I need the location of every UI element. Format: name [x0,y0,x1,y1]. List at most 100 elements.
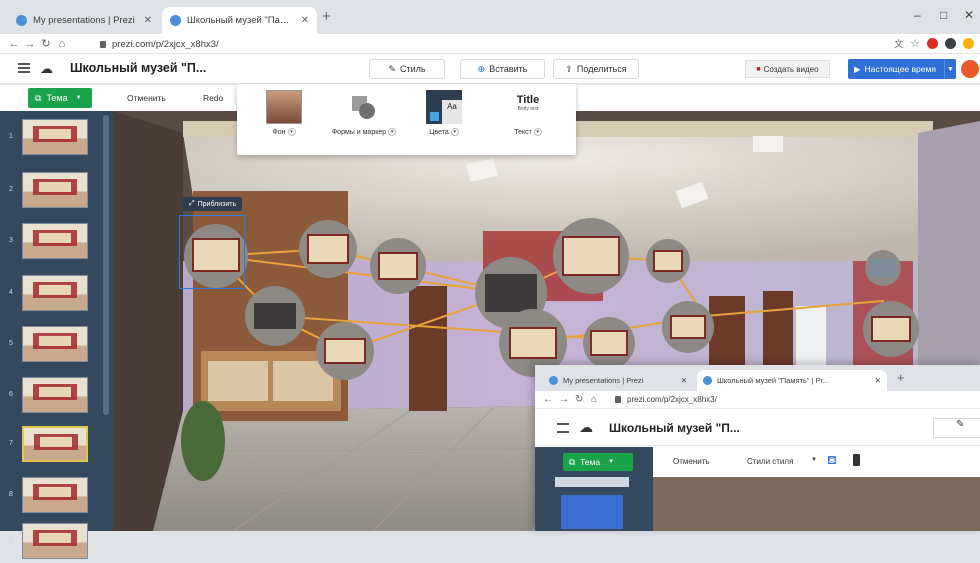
style-option-text[interactable]: Title Body text Текст ▾ [493,90,563,152]
overlay-slide-thumbnail[interactable] [555,477,629,487]
slides-panel: 1 2 3 4 5 6 7 8 9 [0,111,113,559]
present-button[interactable]: ▶ Настоящее время ▼ [848,59,956,79]
chevron-down-icon: ▾ [287,128,296,136]
back-icon[interactable]: ← [543,394,559,405]
overlay-slide-thumbnail[interactable] [561,495,623,529]
slide-number: 4 [9,289,13,296]
slide-item[interactable]: 2 [0,168,113,212]
slide-thumbnail[interactable] [22,523,88,559]
slide-item[interactable]: 1 [0,115,113,159]
zoom-in-label[interactable]: ⤢ Приблизить [183,197,243,211]
close-tab-icon[interactable]: ✕ [681,376,687,385]
new-tab-icon[interactable]: + [322,9,331,24]
create-video-button[interactable]: ■ Создать видео [745,60,830,78]
cloud-sync-icon: ☁ [579,419,593,435]
share-button-label: Поделиться [576,64,627,74]
overlay-doc-title[interactable]: Школьный музей "П... [609,421,740,435]
browser-tab-school-museum[interactable]: Школьный музей "Память" | Pr... ✕ [162,7,317,34]
style-option-label: Фон [272,128,286,136]
style-option-label: Цвета [429,128,449,136]
insert-button[interactable]: ⊕ Вставить [460,59,545,79]
text-preview-title: Title [516,94,540,106]
menu-icon[interactable] [18,63,30,73]
overlay-tab-my-presentations[interactable]: My presentations | Prezi ✕ [543,370,693,391]
slide-thumbnail[interactable] [22,275,88,311]
slide-item[interactable]: 3 [0,219,113,263]
overlay-style-dropdown[interactable]: Стили стиля [747,457,793,466]
document-title[interactable]: Школьный музей "П... [70,61,206,75]
home-icon[interactable]: ⌂ [54,38,70,50]
style-option-background[interactable]: Фон ▾ [249,90,319,152]
theme-button[interactable]: ⧉ Тема ▼ [28,88,92,108]
close-window-icon[interactable]: ✕ [964,8,974,22]
extensions-area: 文 ☆ [894,37,974,50]
slides-scrollbar[interactable] [103,115,109,415]
overlay-theme-button[interactable]: ⧉ Тема ▼ [563,453,633,471]
slide-item-selected[interactable]: 7 [0,422,113,466]
slide-item[interactable]: 9 [0,519,113,563]
maximize-icon[interactable]: □ [940,8,947,22]
user-avatar[interactable] [961,60,979,78]
slide-item[interactable]: 8 [0,473,113,517]
slide-thumbnail[interactable] [22,326,88,362]
overlay-screenshot-window: My presentations | Prezi ✕ Школьный музе… [535,365,980,531]
reload-icon[interactable]: ↻ [575,394,591,405]
slide-thumbnail[interactable] [22,223,88,259]
back-icon[interactable]: ← [6,38,22,50]
style-option-shapes[interactable]: Формы и маркер ▾ [329,90,399,152]
extension-red-icon[interactable] [927,38,938,49]
selection-box[interactable] [179,215,245,289]
slide-thumbnail-selected[interactable] [22,426,88,462]
overlay-url-text[interactable]: prezi.com/p/2xjcx_x8hx3/ [627,395,717,404]
style-option-colors[interactable]: Aa Цвета ▾ [409,90,479,152]
text-preview-icon: Title Body text [503,90,553,124]
fill-color-icon[interactable]: ⛾ [827,453,837,469]
present-dropdown-icon[interactable]: ▼ [944,59,956,79]
cloud-sync-icon: ☁ [40,61,53,76]
extension-yellow-icon[interactable] [963,38,974,49]
slide-item[interactable]: 6 [0,373,113,417]
reload-icon[interactable]: ↻ [38,37,54,50]
chevron-down-icon: ▾ [533,128,542,136]
overlay-tab-school-museum[interactable]: Школьный музей "Память" | Pr... ✕ [697,370,887,391]
colors-preview-icon: Aa [426,90,462,124]
slide-number: 1 [9,133,13,140]
share-button[interactable]: ⇪ Поделиться [553,59,639,79]
undo-button[interactable]: Отменить [127,93,166,103]
slide-number: 7 [9,440,13,447]
new-tab-icon[interactable]: + [897,370,905,385]
text-preview-body: Body text [517,106,539,112]
shapes-preview-icon [346,90,382,124]
forward-icon[interactable]: → [559,394,575,405]
browser-tab-my-presentations[interactable]: My presentations | Prezi ✕ [8,7,160,34]
slide-thumbnail[interactable] [22,172,88,208]
slide-item[interactable]: 5 [0,322,113,366]
slide-thumbnail[interactable] [22,119,88,155]
translate-icon[interactable]: 文 [894,37,903,50]
prezi-favicon-icon [703,376,712,385]
prezi-favicon-icon [549,376,558,385]
prezi-header: ☁ Школьный музей "П... ✎ Стиль ⊕ Вставит… [0,54,980,84]
redo-button[interactable]: Redo [203,93,223,103]
profile-icon[interactable] [945,38,956,49]
slide-thumbnail[interactable] [22,377,88,413]
theme-icon: ⧉ [35,92,42,103]
menu-icon[interactable] [557,423,569,433]
lock-object-icon[interactable] [853,454,860,466]
minimize-icon[interactable]: – [914,8,921,22]
home-icon[interactable]: ⌂ [591,394,607,405]
close-tab-icon[interactable]: ✕ [301,15,309,26]
url-field[interactable]: prezi.com/p/2xjcx_x8hx3/ [100,36,219,52]
close-tab-icon[interactable]: ✕ [875,376,881,385]
slide-thumbnail[interactable] [22,477,88,513]
bookmark-star-icon[interactable]: ☆ [910,37,920,50]
style-option-label: Формы и маркер [331,128,387,136]
forward-icon[interactable]: → [22,38,38,50]
style-button[interactable]: ✎ Стиль [369,59,445,79]
overlay-canvas[interactable] [653,477,980,531]
background-preview-icon [266,90,302,124]
close-tab-icon[interactable]: ✕ [144,15,152,26]
slide-item[interactable]: 4 [0,271,113,315]
style-brush-icon[interactable]: ✎ [933,418,980,438]
overlay-undo-button[interactable]: Отменить [673,457,710,466]
